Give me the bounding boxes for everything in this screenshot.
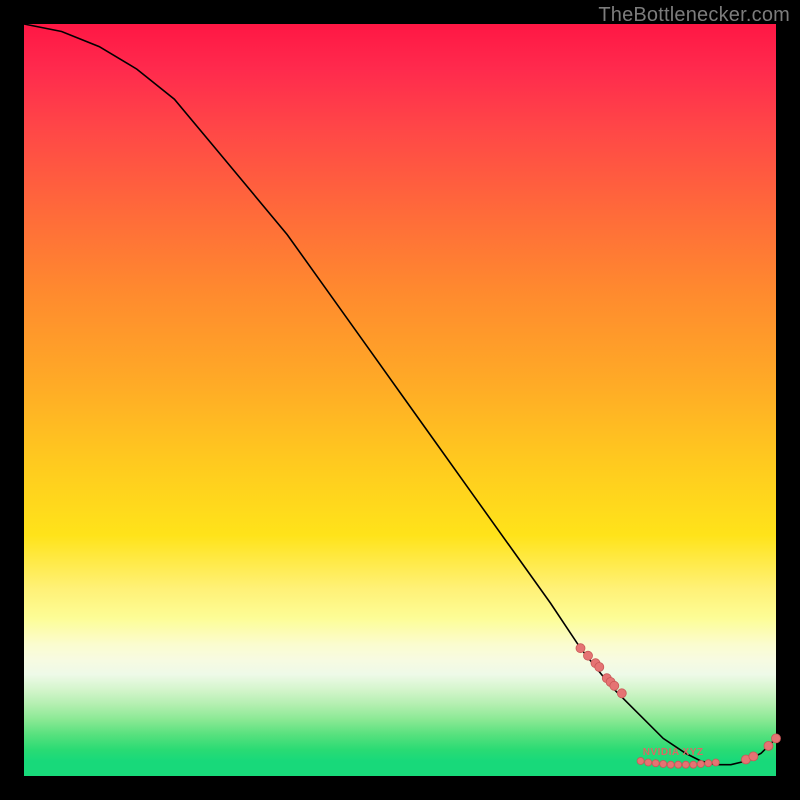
data-point (660, 761, 667, 768)
curve-svg (24, 24, 776, 776)
data-point (610, 681, 619, 690)
data-point (667, 761, 674, 768)
data-point (576, 644, 585, 653)
data-point (645, 759, 652, 766)
data-point (637, 758, 644, 765)
data-point (705, 760, 712, 767)
data-point (697, 761, 704, 768)
data-point (690, 761, 697, 768)
data-point (675, 761, 682, 768)
data-point (764, 741, 773, 750)
data-points-left-cluster (576, 644, 626, 698)
data-point (749, 752, 758, 761)
data-point (682, 761, 689, 768)
data-point (652, 760, 659, 767)
data-point (595, 663, 604, 672)
chart-stage: TheBottlenecker.com NVIDIA XYZ (0, 0, 800, 800)
data-points-right-cluster (741, 734, 780, 764)
bottleneck-curve (24, 24, 776, 765)
data-point (772, 734, 781, 743)
data-point (584, 651, 593, 660)
plot-area: NVIDIA XYZ (24, 24, 776, 776)
data-points-bottom-cluster (637, 758, 719, 769)
data-point (617, 689, 626, 698)
data-point (712, 759, 719, 766)
